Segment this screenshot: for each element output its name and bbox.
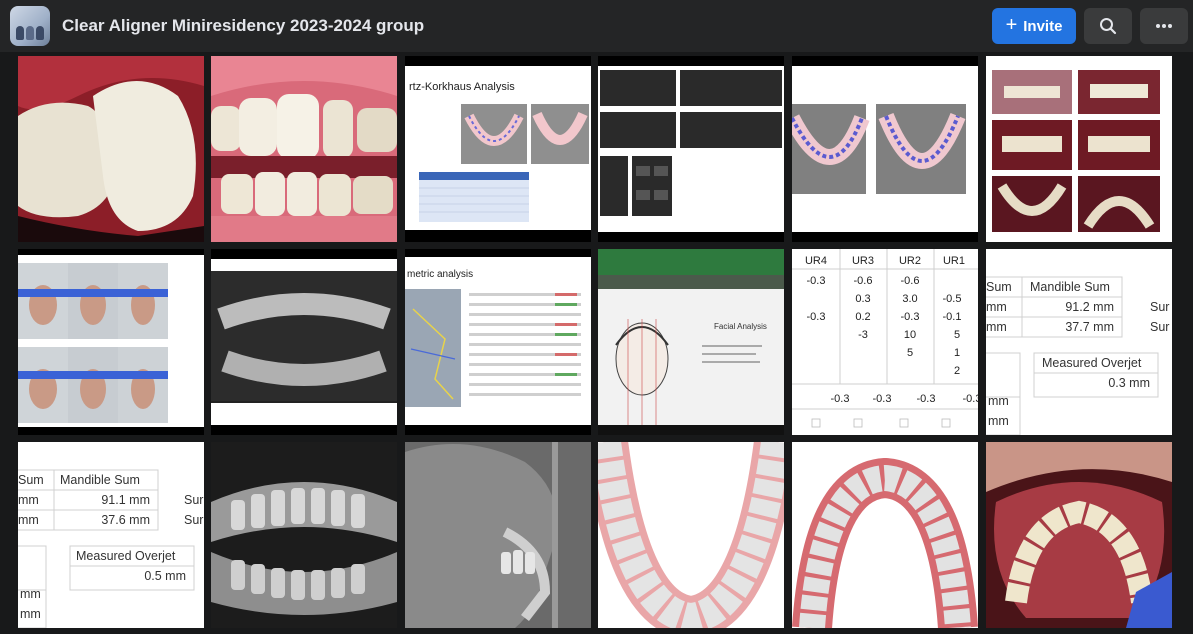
table-cell: -0.6 — [901, 275, 920, 287]
table-cell: -0.3 — [807, 275, 826, 287]
photo-frontal — [211, 56, 397, 242]
invite-label: Invite — [1023, 17, 1063, 35]
table-cell: 3.0 — [902, 293, 917, 305]
photo-panoramic-closeup — [211, 442, 397, 628]
photo-tile[interactable] — [792, 442, 978, 628]
mandible-sum-value: 91.1 mm — [101, 493, 150, 507]
photo-tile[interactable] — [18, 249, 204, 435]
sum-value: mm — [988, 394, 1009, 408]
more-options-button[interactable] — [1140, 8, 1188, 44]
photo-3d-arches — [792, 56, 978, 242]
sum-edge-label: Sur — [1150, 300, 1169, 314]
photo-tile[interactable] — [598, 442, 784, 628]
slide-title: Facial Analysis — [714, 322, 767, 331]
photo-panoramic — [211, 249, 397, 435]
mandible-sum-value: 91.2 mm — [1065, 300, 1114, 314]
photo-tile[interactable]: Sum Mandible Sum mm mm 91.1 mm 37.6 mm S… — [18, 442, 204, 628]
table-cell: -0.3 — [831, 393, 850, 405]
photo-tile[interactable] — [405, 442, 591, 628]
photo-tile[interactable] — [598, 56, 784, 242]
table-cell: -0.5 — [943, 293, 962, 305]
photo-arch-sum: Sum Mandible Sum mm mm 91.2 mm 37.7 mm S… — [986, 249, 1172, 435]
table-cell: 10 — [904, 329, 916, 341]
table-cell: 0.3 — [855, 293, 870, 305]
photo-tile[interactable] — [986, 442, 1172, 628]
sum-value: mm — [988, 414, 1009, 428]
sum-edge-label: Sur — [184, 513, 203, 527]
photo-tile[interactable]: UR4 UR3 UR2 UR1 -0.3 -0.6 -0.6 0.3 3.0 -… — [792, 249, 978, 435]
slide-title: rtz-Korkhaus Analysis — [409, 81, 515, 93]
overjet-value: 0.3 mm — [1108, 376, 1150, 390]
mandible-sum-value: 37.6 mm — [101, 513, 150, 527]
table-cell: -0.3 — [807, 311, 826, 323]
table-cell: -0.1 — [943, 311, 962, 323]
photo-korkhaus-slide: rtz-Korkhaus Analysis — [405, 56, 591, 242]
sum-value: mm — [18, 493, 39, 507]
photo-3d-lower-arch — [792, 442, 978, 628]
sum-value: mm — [20, 607, 41, 621]
search-button[interactable] — [1084, 8, 1132, 44]
table-header: UR1 — [943, 255, 965, 267]
photo-tile[interactable] — [211, 442, 397, 628]
photo-tile[interactable] — [211, 56, 397, 242]
sum-edge-label: Sur — [1150, 320, 1169, 334]
table-header: UR4 — [805, 255, 827, 267]
plus-icon: + — [1005, 14, 1018, 36]
sum-value: mm — [986, 300, 1007, 314]
table-header: UR2 — [899, 255, 921, 267]
table-cell: -3 — [858, 329, 868, 341]
sum-value: mm — [18, 513, 39, 527]
photo-tile[interactable] — [792, 56, 978, 242]
table-cell: -0.3 — [873, 393, 892, 405]
table-cell: -0.3 — [963, 393, 978, 405]
table-cell: 2 — [954, 365, 960, 377]
mandible-sum-header: Mandible Sum — [1030, 280, 1110, 294]
more-horizontal-icon — [1156, 24, 1172, 28]
group-title[interactable]: Clear Aligner Miniresidency 2023-2024 gr… — [62, 16, 424, 36]
sum-header: Sum — [986, 280, 1012, 294]
photo-tile[interactable]: Sum Mandible Sum mm mm 91.2 mm 37.7 mm S… — [986, 249, 1172, 435]
search-icon — [1100, 18, 1117, 35]
sum-header: Sum — [18, 473, 44, 487]
photo-movement-table: UR4 UR3 UR2 UR1 -0.3 -0.6 -0.6 0.3 3.0 -… — [792, 249, 978, 435]
photo-intraoral-occlusal — [986, 442, 1172, 628]
invite-button[interactable]: + Invite — [992, 8, 1076, 44]
group-avatar[interactable] — [10, 6, 50, 46]
photo-profiles — [18, 249, 204, 435]
group-header: Clear Aligner Miniresidency 2023-2024 gr… — [0, 0, 1193, 52]
photo-crossbite — [18, 56, 204, 242]
table-cell: -0.3 — [901, 311, 920, 323]
table-cell: 1 — [954, 347, 960, 359]
photo-cephalogram — [405, 442, 591, 628]
photo-tile[interactable] — [18, 56, 204, 242]
sum-value: mm — [986, 320, 1007, 334]
overjet-label: Measured Overjet — [76, 549, 176, 563]
table-cell: -0.6 — [854, 275, 873, 287]
photo-tile[interactable]: rtz-Korkhaus Analysis — [405, 56, 591, 242]
slide-title: metric analysis — [407, 269, 473, 280]
sum-edge-label: Sur — [184, 493, 203, 507]
mandible-sum-header: Mandible Sum — [60, 473, 140, 487]
photo-ceph-slide: metric analysis — [405, 249, 591, 435]
mandible-sum-value: 37.7 mm — [1065, 320, 1114, 334]
photo-tile[interactable] — [211, 249, 397, 435]
photo-spreadsheet — [598, 56, 784, 242]
photo-tile[interactable]: metric analysis — [405, 249, 591, 435]
table-cell: -0.3 — [917, 393, 936, 405]
photo-tile[interactable] — [986, 56, 1172, 242]
table-header: UR3 — [852, 255, 874, 267]
photo-arch-sum-2: Sum Mandible Sum mm mm 91.1 mm 37.6 mm S… — [18, 442, 204, 628]
sum-value: mm — [20, 587, 41, 601]
overjet-label: Measured Overjet — [1042, 356, 1142, 370]
table-cell: 0.2 — [855, 311, 870, 323]
photo-facial-analysis: Facial Analysis — [598, 249, 784, 435]
table-cell: 5 — [907, 347, 913, 359]
overjet-value: 0.5 mm — [144, 569, 186, 583]
photo-tile[interactable]: Facial Analysis — [598, 249, 784, 435]
table-cell: 5 — [954, 329, 960, 341]
photo-3d-upper-arch — [598, 442, 784, 628]
photo-intraoral-series — [986, 56, 1172, 242]
photo-grid: rtz-Korkhaus Analysis metric analysis Fa… — [0, 52, 1193, 634]
